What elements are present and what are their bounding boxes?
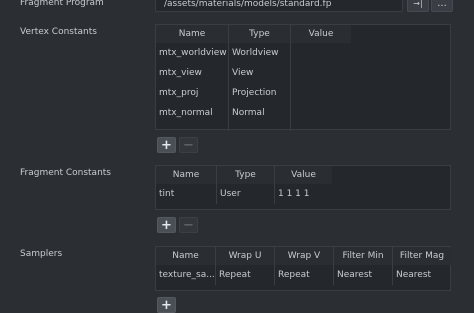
column-header-wrap-u[interactable]: Wrap U <box>216 247 275 265</box>
fragment-constants-table: Name Type Value tint User 1 1 1 1 <box>155 165 451 210</box>
table-row[interactable]: mtx_view View <box>156 63 450 83</box>
cell-type: User <box>217 184 275 204</box>
goto-icon: →| <box>413 0 423 8</box>
fragment-program-label: Fragment Program <box>20 0 104 8</box>
remove-vertex-constant-button[interactable]: − <box>179 137 198 153</box>
cell-name: mtx_normal <box>156 103 229 123</box>
cell-filter-min: Nearest <box>334 265 393 285</box>
samplers-table: Name Wrap U Wrap V Filter Min Filter Mag… <box>155 246 451 291</box>
column-header-type[interactable]: Type <box>217 166 275 184</box>
cell-name: mtx_proj <box>156 83 229 103</box>
column-header-type[interactable]: Type <box>229 25 291 43</box>
add-vertex-constant-button[interactable]: + <box>157 137 176 153</box>
add-sampler-button[interactable]: + <box>157 297 176 313</box>
column-header-name[interactable]: Name <box>156 247 216 265</box>
cell-name: texture_sa... <box>156 265 216 285</box>
table-row[interactable]: mtx_worldview Worldview <box>156 43 450 63</box>
fragment-program-field[interactable]: /assets/materials/models/standard.fp <box>155 0 403 12</box>
table-row[interactable]: mtx_normal Normal <box>156 103 450 123</box>
column-header-name[interactable]: Name <box>156 25 229 43</box>
cell-type: Worldview <box>229 43 291 63</box>
column-header-value[interactable]: Value <box>275 166 332 184</box>
cell-value: 1 1 1 1 <box>278 189 310 199</box>
table-row[interactable]: mtx_proj Projection <box>156 83 450 103</box>
cell-name: tint <box>156 184 217 204</box>
column-header-filter-min[interactable]: Filter Min <box>334 247 393 265</box>
column-header-name[interactable]: Name <box>156 166 217 184</box>
vertex-constants-table: Name Type Value mtx_worldview Worldview … <box>155 24 451 131</box>
fragment-constants-label: Fragment Constants <box>20 168 111 178</box>
table-row[interactable]: tint User 1 1 1 1 <box>156 184 450 204</box>
add-fragment-constant-button[interactable]: + <box>157 217 176 233</box>
column-header-filter-mag[interactable]: Filter Mag <box>393 247 451 265</box>
samplers-label: Samplers <box>20 249 63 259</box>
cell-type: Normal <box>229 103 291 123</box>
cell-filter-mag: Nearest <box>396 270 432 280</box>
table-row[interactable]: texture_sa... Repeat Repeat Nearest Near… <box>156 265 450 285</box>
browse-button[interactable]: ... <box>431 0 453 12</box>
cell-name: mtx_worldview <box>156 43 229 63</box>
cell-wrap-v: Repeat <box>275 265 334 285</box>
cell-type: View <box>229 63 291 83</box>
cell-wrap-u: Repeat <box>216 265 275 285</box>
cell-name: mtx_view <box>156 63 229 83</box>
vertex-constants-label: Vertex Constants <box>20 27 97 37</box>
browse-label: ... <box>437 0 447 9</box>
column-header-value[interactable]: Value <box>291 25 351 43</box>
remove-fragment-constant-button[interactable]: − <box>179 217 198 233</box>
column-header-wrap-v[interactable]: Wrap V <box>275 247 334 265</box>
goto-resource-button[interactable]: →| <box>407 0 429 12</box>
cell-type: Projection <box>229 83 291 103</box>
